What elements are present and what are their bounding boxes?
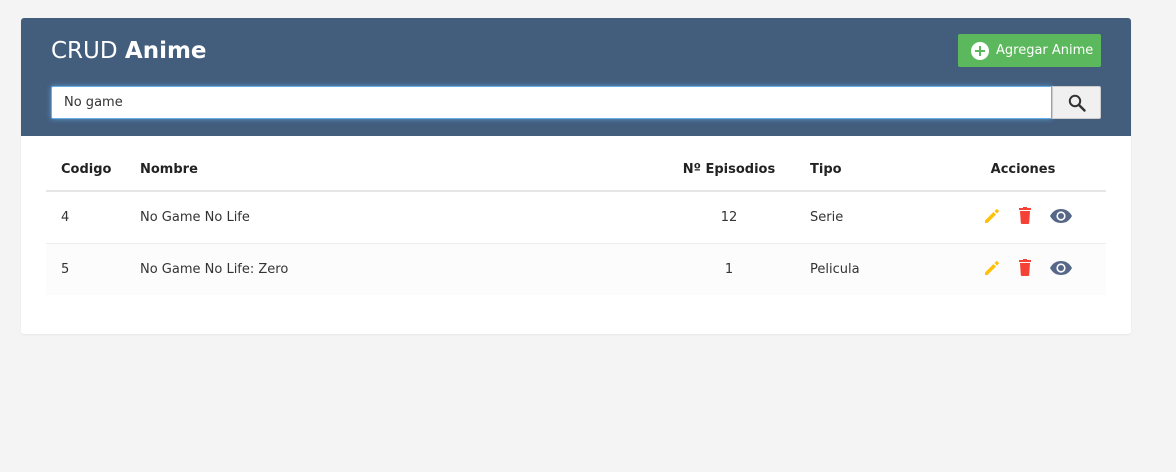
table-row: 5 No Game No Life: Zero 1 Pelicula [46, 243, 1106, 295]
column-header-nombre: Nombre [140, 148, 660, 192]
cell-codigo: 4 [46, 191, 140, 244]
column-header-codigo: Codigo [46, 148, 140, 192]
row-actions [983, 206, 1073, 229]
eye-icon[interactable] [1049, 260, 1073, 280]
table-row: 4 No Game No Life 12 Serie [46, 191, 1106, 244]
row-actions [983, 258, 1073, 281]
column-header-episodios: Nº Episodios [660, 148, 798, 192]
add-anime-button[interactable]: Agregar Anime [958, 34, 1101, 67]
search-icon [1068, 94, 1086, 112]
cell-tipo: Pelicula [798, 243, 940, 295]
cell-nombre: No Game No Life [140, 191, 660, 244]
cell-episodios: 12 [660, 191, 798, 244]
cell-nombre: No Game No Life: Zero [140, 243, 660, 295]
eye-icon[interactable] [1049, 208, 1073, 228]
column-header-acciones: Acciones [940, 148, 1106, 192]
title-light: CRUD [51, 38, 118, 64]
cell-acciones [940, 191, 1106, 244]
trash-icon[interactable] [1017, 206, 1033, 229]
trash-icon[interactable] [1017, 258, 1033, 281]
cell-acciones [940, 243, 1106, 295]
cell-episodios: 1 [660, 243, 798, 295]
page-title: CRUD Anime [51, 37, 207, 65]
pencil-icon[interactable] [983, 207, 1001, 229]
cell-tipo: Serie [798, 191, 940, 244]
search-button[interactable] [1052, 86, 1101, 119]
add-anime-label: Agregar Anime [996, 43, 1094, 58]
anime-table: Codigo Nombre Nº Episodios Tipo Acciones… [46, 148, 1106, 295]
anime-crud-card: CRUD Anime Agregar Anime Codigo Nombre N… [21, 18, 1131, 334]
card-header: CRUD Anime Agregar Anime [21, 18, 1131, 136]
table-header-row: Codigo Nombre Nº Episodios Tipo Acciones [46, 148, 1106, 192]
column-header-tipo: Tipo [798, 148, 940, 192]
plus-circle-icon [971, 41, 989, 60]
title-bold: Anime [124, 38, 207, 64]
search-input[interactable] [51, 86, 1052, 119]
cell-codigo: 5 [46, 243, 140, 295]
pencil-icon[interactable] [983, 259, 1001, 281]
